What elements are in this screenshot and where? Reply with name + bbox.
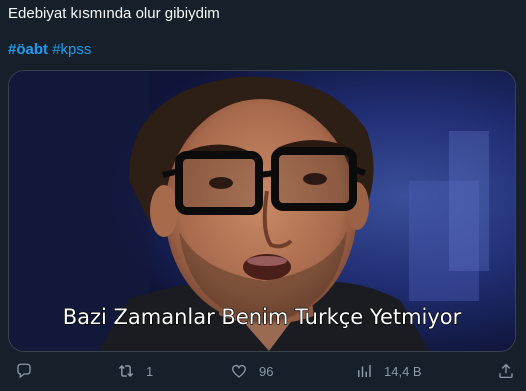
meme-image: Bazi Zamanlar Benim Turkçe Yetmiyor [9, 71, 515, 351]
meme-caption: Bazi Zamanlar Benim Turkçe Yetmiyor [63, 305, 462, 329]
analytics-icon [354, 361, 374, 381]
hashtag-oabt[interactable]: #öabt [8, 41, 48, 58]
retweet-count: 1 [146, 363, 154, 379]
hashtag-list: #öabt #kpss [8, 40, 91, 60]
reply-button[interactable] [14, 356, 34, 386]
share-button[interactable] [496, 356, 516, 386]
like-count: 96 [259, 363, 274, 379]
tweet-action-bar: 1 96 14,4 B [0, 356, 526, 386]
reply-icon [14, 361, 34, 381]
share-icon [496, 361, 516, 381]
retweet-button[interactable]: 1 [116, 356, 153, 386]
hashtag-kpss[interactable]: #kpss [52, 41, 91, 58]
retweet-icon [116, 361, 136, 381]
like-button[interactable]: 96 [229, 356, 273, 386]
tweet-media[interactable]: Bazi Zamanlar Benim Turkçe Yetmiyor [8, 70, 516, 352]
heart-icon [229, 361, 249, 381]
views-count: 14,4 B [384, 363, 422, 379]
views-button[interactable]: 14,4 B [354, 356, 422, 386]
tweet-text: Edebiyat kısmında olur gibiydim [8, 5, 220, 22]
